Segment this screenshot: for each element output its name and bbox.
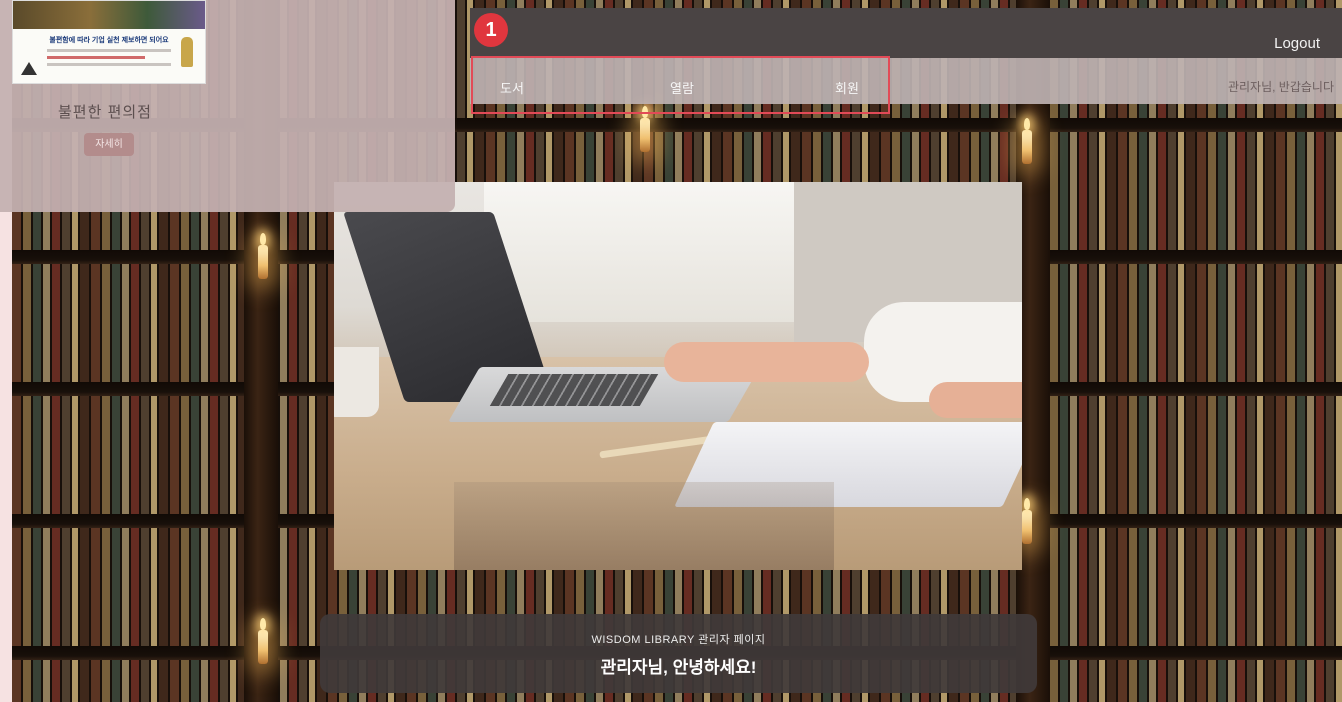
welcome-banner: WISDOM LIBRARY 관리자 페이지 관리자님, 안녕하세요! (320, 614, 1037, 693)
banner-subtitle: WISDOM LIBRARY 관리자 페이지 (591, 634, 766, 646)
book-popup-card: 불편함에 따라 기업 실천 제보하면 되어요 불편한 편의점 자세히 (0, 0, 455, 212)
poster-text-line (47, 63, 171, 66)
candle-light (258, 618, 268, 664)
poster-text-line (47, 49, 171, 52)
candle-light (640, 106, 650, 152)
statue-icon (181, 37, 193, 67)
nav-highlight-box (471, 56, 890, 114)
hero-keyboard (489, 374, 659, 406)
logout-button[interactable]: Logout (1274, 35, 1320, 52)
poster-illustration (13, 1, 205, 29)
step-marker-badge: 1 (474, 13, 508, 47)
hero-window (484, 182, 804, 322)
candle-light (258, 233, 268, 279)
hero-reflection (454, 482, 834, 570)
hero-hand (664, 342, 869, 382)
details-button[interactable]: 자세히 (84, 133, 134, 156)
warning-icon (21, 62, 37, 75)
hero-mug (334, 347, 379, 417)
header-greeting: 관리자님, 반갑습니다 (1227, 80, 1334, 94)
poster-heading: 불편함에 따라 기업 실천 제보하면 되어요 (49, 37, 169, 44)
popup-book-title: 불편한 편의점 (58, 104, 152, 121)
hero-hand (929, 382, 1022, 418)
hero-image-laptop-desk (334, 182, 1022, 570)
candle-light (1022, 498, 1032, 544)
book-poster-image[interactable]: 불편함에 따라 기업 실천 제보하면 되어요 (12, 0, 206, 84)
candle-light (1022, 118, 1032, 164)
banner-title: 관리자님, 안녕하세요! (600, 658, 757, 677)
top-header: Logout (470, 8, 1342, 58)
poster-text-line (47, 56, 145, 59)
